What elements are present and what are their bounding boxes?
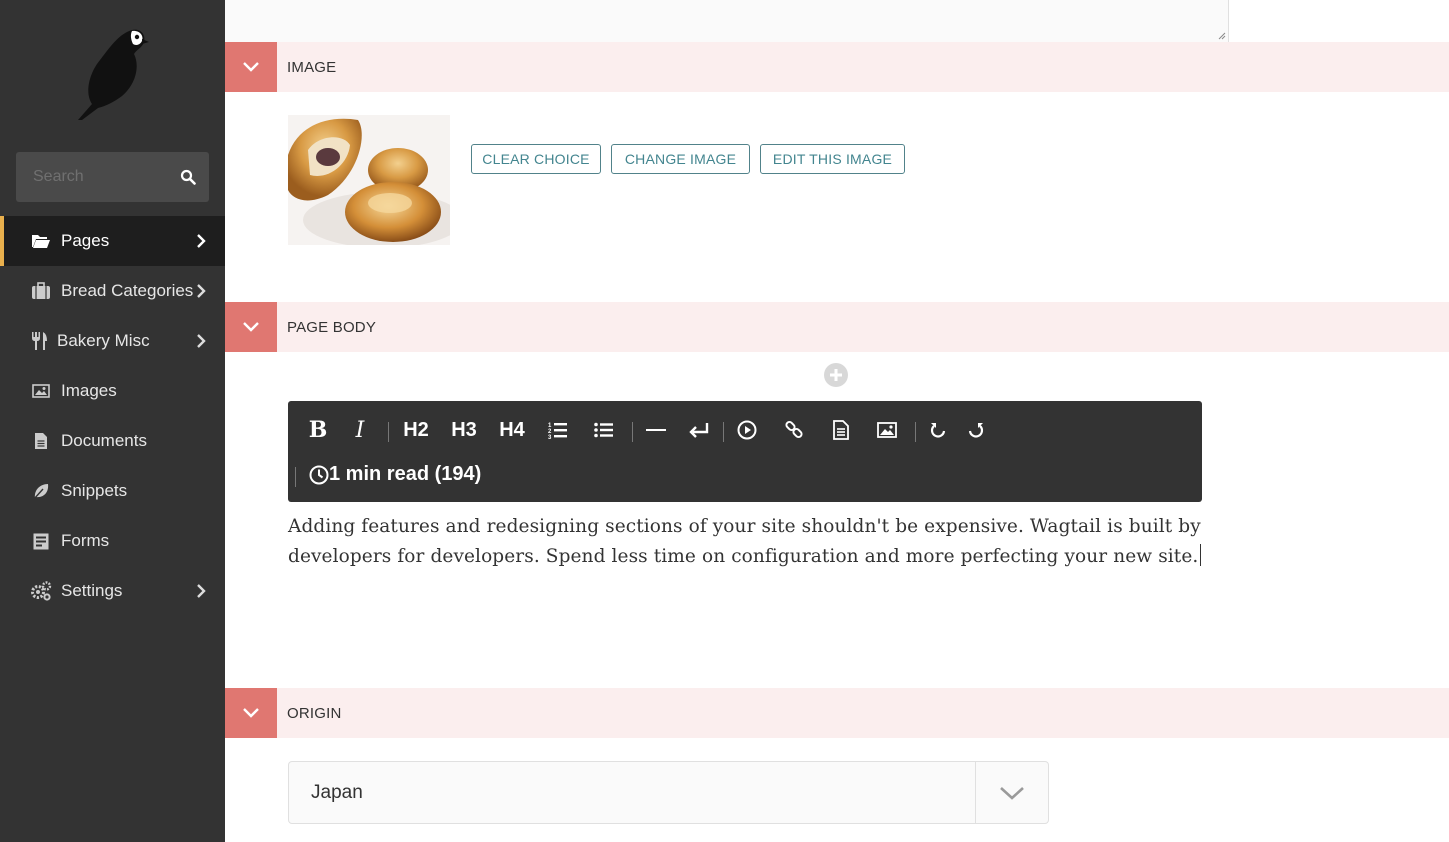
image-icon [877,422,897,438]
fork-knife-icon [28,331,50,351]
h3-button[interactable]: H3 [449,413,479,447]
chevron-right-icon [197,584,206,598]
origin-select-value: Japan [311,782,363,803]
wagtail-logo[interactable] [70,22,150,122]
document-icon [833,420,849,440]
chevron-down-icon [243,322,259,332]
search-box [16,152,209,202]
bold-button[interactable]: B [303,413,333,447]
toolbar-divider [295,467,296,487]
sidebar-item-label: Bread Categories [61,281,194,300]
sidebar-item-settings[interactable]: Settings [0,566,225,616]
bullet-list-button[interactable] [589,413,619,447]
sidebar-item-label: Snippets [61,481,128,500]
italic-button[interactable]: I [345,413,375,447]
suitcase-icon [30,281,52,301]
textarea-field[interactable] [225,0,1229,43]
form-icon [30,531,52,551]
line-break-icon [689,423,709,438]
page-body-section-header: PAGE BODY [225,302,1449,352]
h2-button[interactable]: H2 [401,413,431,447]
text-caret [1200,544,1202,566]
toolbar-divider [632,422,633,442]
media-icon [737,420,757,440]
section-title: PAGE BODY [287,319,377,336]
redo-icon [968,423,984,438]
chevron-down-icon [243,708,259,718]
main-content: IMAGE CLEAR CHOICE CHANGE IMAGE EDIT THI… [225,0,1449,842]
sidebar-item-label: Images [61,381,117,400]
ordered-list-icon: 123 [548,423,567,439]
select-dropdown-toggle[interactable] [975,762,1048,823]
insert-image-button[interactable] [872,413,902,447]
folder-open-icon [30,231,52,251]
horizontal-rule-button[interactable] [641,413,671,447]
horizontal-rule-icon [646,429,666,431]
search-input[interactable] [16,152,183,202]
bullet-list-icon [594,422,613,438]
toolbar-divider [723,422,724,442]
rich-text-toolbar: B I H2 H3 H4 123 1 min read (194) [288,401,1202,502]
resize-grip-icon[interactable] [1218,32,1226,40]
chevron-down-icon [243,62,259,72]
line-break-button[interactable] [684,413,714,447]
sidebar-item-bread-categories[interactable]: Bread Categories [0,266,225,316]
embed-media-button[interactable] [732,413,762,447]
chevron-down-icon [1000,786,1024,800]
sidebar-item-snippets[interactable]: Snippets [0,466,225,516]
editor-content: Adding features and redesigning sections… [288,516,1201,567]
sidebar-item-images[interactable]: Images [0,366,225,416]
undo-icon [930,423,946,438]
clear-choice-button[interactable]: CLEAR CHOICE [471,144,601,174]
h4-button[interactable]: H4 [497,413,527,447]
read-time-indicator: 1 min read (194) [309,463,481,486]
document-icon [30,431,52,451]
main-menu: Pages Bread Categories Bakery Misc Image… [0,216,225,616]
link-icon [785,420,803,439]
origin-select[interactable]: Japan [288,761,1049,824]
origin-section-header: ORIGIN [225,688,1449,738]
chevron-right-icon [197,334,206,348]
read-time-text: 1 min read (194) [329,463,482,485]
origin-section-toggle[interactable] [225,688,277,738]
ordered-list-button[interactable]: 123 [543,413,573,447]
svg-text:3: 3 [548,435,552,439]
sidebar-item-label: Documents [61,431,147,450]
toolbar-divider [915,422,916,442]
redo-button[interactable] [961,413,991,447]
sidebar-item-pages[interactable]: Pages [0,216,225,266]
rich-text-editor[interactable]: Adding features and redesigning sections… [288,512,1202,572]
sidebar-item-label: Pages [61,231,110,250]
image-section-header: IMAGE [225,42,1449,92]
document-link-button[interactable] [826,413,856,447]
chevron-right-icon [197,234,206,248]
link-button[interactable] [779,413,809,447]
sidebar-item-bakery-misc[interactable]: Bakery Misc [0,316,225,366]
sidebar-item-label: Forms [61,531,110,550]
cogs-icon [30,581,52,601]
search-button[interactable] [177,166,199,188]
leaf-icon [30,481,52,501]
image-icon [30,381,52,401]
image-thumbnail [288,115,450,245]
search-icon [180,169,196,185]
sidebar: Pages Bread Categories Bakery Misc Image… [0,0,225,842]
section-title: ORIGIN [287,705,342,722]
sidebar-item-label: Settings [61,581,123,600]
sidebar-item-forms[interactable]: Forms [0,516,225,566]
chevron-right-icon [197,284,206,298]
toolbar-divider [388,422,389,442]
sidebar-item-documents[interactable]: Documents [0,416,225,466]
undo-button[interactable] [923,413,953,447]
change-image-button[interactable]: CHANGE IMAGE [611,144,750,174]
clock-icon [309,465,329,484]
edit-image-button[interactable]: EDIT THIS IMAGE [760,144,905,174]
section-title: IMAGE [287,59,337,76]
image-section-toggle[interactable] [225,42,277,92]
add-block-button[interactable] [823,362,849,388]
page-body-section-toggle[interactable] [225,302,277,352]
sidebar-item-label: Bakery Misc [57,331,150,350]
